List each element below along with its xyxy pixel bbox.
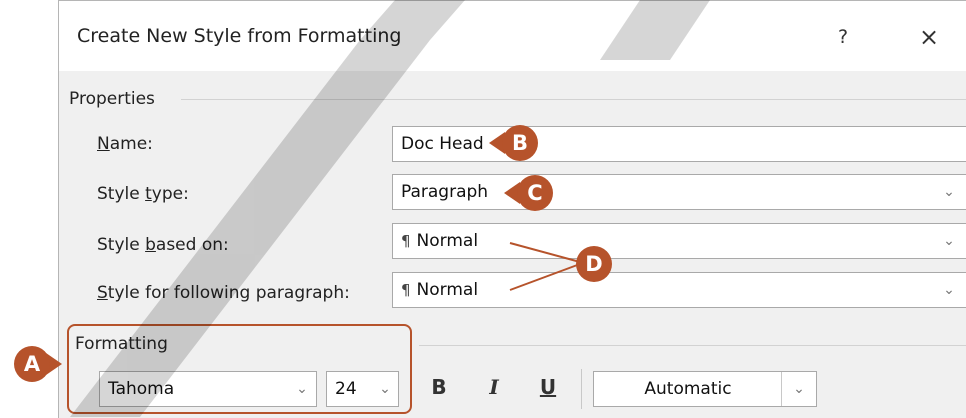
font-color-select[interactable]: Automatic ⌄ bbox=[593, 371, 817, 407]
chevron-down-icon[interactable]: ⌄ bbox=[932, 224, 966, 258]
chevron-down-icon[interactable]: ⌄ bbox=[781, 372, 816, 406]
style-type-value: Paragraph bbox=[401, 182, 489, 202]
callout-c: C bbox=[517, 175, 553, 211]
style-type-label: Style type: bbox=[97, 184, 189, 204]
style-type-select[interactable]: Paragraph ⌄ bbox=[392, 174, 966, 210]
font-select[interactable]: Tahoma ⌄ bbox=[99, 371, 317, 407]
italic-button[interactable]: I bbox=[479, 375, 509, 399]
name-input[interactable]: Doc Head bbox=[392, 126, 966, 162]
pilcrow-icon: ¶ bbox=[401, 232, 411, 250]
based-on-select[interactable]: ¶ Normal ⌄ bbox=[392, 223, 966, 259]
following-select[interactable]: ¶ Normal ⌄ bbox=[392, 272, 966, 308]
underline-button[interactable]: U bbox=[533, 375, 563, 399]
name-label: Name: bbox=[97, 134, 153, 154]
properties-divider bbox=[181, 99, 966, 100]
following-value: Normal bbox=[416, 280, 479, 300]
following-label: Style for following paragraph: bbox=[97, 283, 350, 303]
based-on-label: Style based on: bbox=[97, 235, 229, 255]
callout-a: A bbox=[14, 346, 50, 382]
bold-button[interactable]: B bbox=[424, 375, 454, 399]
font-size-value: 24 bbox=[335, 379, 357, 399]
chevron-down-icon[interactable]: ⌄ bbox=[932, 273, 966, 307]
name-value: Doc Head bbox=[401, 134, 484, 154]
create-style-dialog: Create New Style from Formatting ? × Pro… bbox=[58, 0, 966, 418]
chevron-down-icon[interactable]: ⌄ bbox=[932, 175, 966, 209]
title-bar: Create New Style from Formatting ? × bbox=[59, 1, 966, 71]
dialog-title: Create New Style from Formatting bbox=[77, 25, 402, 47]
toolbar-separator bbox=[581, 369, 582, 409]
chevron-down-icon[interactable]: ⌄ bbox=[372, 372, 398, 406]
pilcrow-icon: ¶ bbox=[401, 281, 411, 299]
chevron-down-icon[interactable]: ⌄ bbox=[288, 372, 316, 406]
font-color-value: Automatic bbox=[644, 379, 732, 399]
font-value: Tahoma bbox=[108, 379, 175, 399]
callout-d: D bbox=[576, 246, 612, 282]
close-button[interactable]: × bbox=[907, 19, 951, 55]
based-on-value: Normal bbox=[416, 231, 479, 251]
formatting-group-label: Formatting bbox=[75, 334, 168, 354]
help-button[interactable]: ? bbox=[823, 19, 863, 55]
font-size-select[interactable]: 24 ⌄ bbox=[326, 371, 399, 407]
callout-b: B bbox=[502, 125, 538, 161]
formatting-divider bbox=[419, 345, 966, 346]
properties-group-label: Properties bbox=[69, 89, 155, 109]
